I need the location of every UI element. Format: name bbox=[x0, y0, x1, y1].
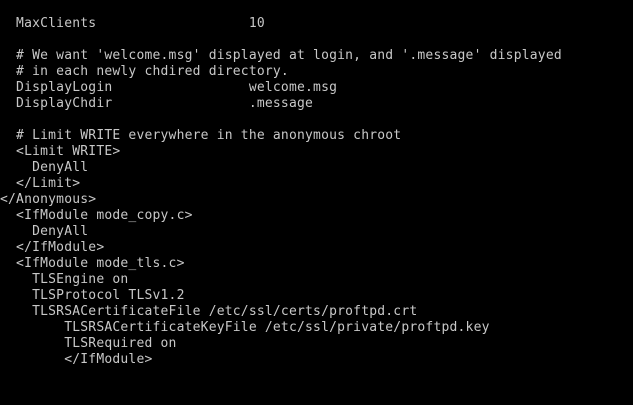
terminal-line: # We want 'welcome.msg' displayed at log… bbox=[0, 48, 562, 63]
terminal-line: DisplayChdir .message bbox=[0, 96, 314, 111]
terminal-line: TLSRequired on bbox=[0, 336, 177, 351]
terminal-line: TLSRSACertificateFile /etc/ssl/certs/pro… bbox=[0, 304, 418, 319]
terminal-line: </Anonymous> bbox=[0, 192, 97, 207]
terminal-screen[interactable]: MaxClients 10 # We want 'welcome.msg' di… bbox=[0, 0, 633, 405]
terminal-line: <IfModule mode_tls.c> bbox=[0, 256, 185, 271]
terminal-line: # Limit WRITE everywhere in the anonymou… bbox=[0, 128, 402, 143]
terminal-line: TLSRSACertificateKeyFile /etc/ssl/privat… bbox=[0, 320, 490, 335]
terminal-line: <IfModule mode_copy.c> bbox=[0, 208, 193, 223]
terminal-line: <Limit WRITE> bbox=[0, 144, 121, 159]
terminal-line: DisplayLogin welcome.msg bbox=[0, 80, 338, 95]
terminal-line: TLSProtocol TLSv1.2 bbox=[0, 288, 185, 303]
terminal-line: # in each newly chdired directory. bbox=[0, 64, 289, 79]
terminal-line: DenyAll bbox=[0, 224, 89, 239]
terminal-line: </IfModule> bbox=[0, 352, 153, 367]
terminal-line: DenyAll bbox=[0, 160, 89, 175]
terminal-line: TLSEngine on bbox=[0, 272, 129, 287]
terminal-line: </IfModule> bbox=[0, 240, 105, 255]
terminal-line: </Limit> bbox=[0, 176, 81, 191]
terminal-line: MaxClients 10 bbox=[0, 16, 265, 31]
